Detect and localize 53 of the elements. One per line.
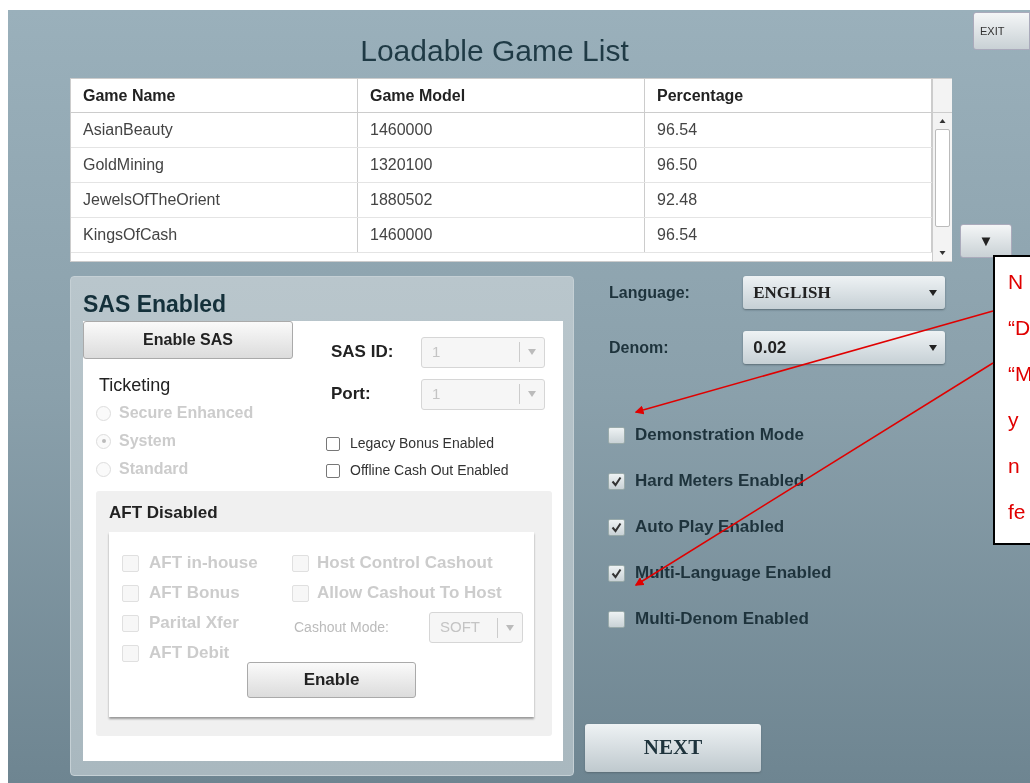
table-cell: 1460000 [358,113,645,147]
dropdown-arrow-icon [528,349,536,355]
dropdown-arrow-icon [929,344,937,351]
field-label: Cashout Mode: [294,618,390,637]
scroll-down-button[interactable]: ▼ [960,224,1012,258]
checkbox-label: Hard Meters Enabled [635,470,805,493]
table-cell: KingsOfCash [71,218,358,252]
checkbox-label: Offline Cash Out Enabled [350,461,509,480]
checkbox[interactable] [326,436,340,451]
exit-button[interactable]: EXIT [973,12,1030,50]
annotation-text: n [1008,453,1021,480]
field-label: Port: [331,383,372,406]
annotation-text: fe [1008,499,1027,526]
checkbox[interactable] [326,463,340,478]
checkbox[interactable] [608,564,625,582]
scrollbar[interactable] [932,79,952,261]
dropdown[interactable]: ENGLISH [743,276,945,309]
table-cell: 1320100 [358,148,645,182]
section-label: Ticketing [99,374,172,397]
panel-title: AFT Disabled [109,502,219,524]
checkbox-label: Multi-Denom Enabled [635,608,809,631]
annotation-text: “M [1008,361,1030,388]
checkmark-icon [611,475,622,487]
table-cell: AsianBeauty [71,113,358,147]
checkbox-label: Demonstration Mode [635,424,805,447]
enable-sas-button[interactable]: Enable SAS [83,321,293,359]
panel-title: SAS Enabled [83,290,228,319]
page-title: Loadable Game List [360,33,629,69]
checkmark-icon [611,567,622,579]
table-cell: GoldMining [71,148,358,182]
annotation-text: “D [1008,315,1030,342]
column-header[interactable]: Game Model [358,79,645,112]
annotation-text: N [1008,269,1025,296]
checkbox-label: Legacy Bonus Enabled [350,434,494,453]
table-cell: 1460000 [358,218,645,252]
dropdown-arrow-icon [506,624,514,631]
field-label: Denom: [609,337,670,358]
table-cell: 1880502 [358,183,645,217]
checkbox[interactable] [608,518,625,536]
dropdown[interactable]: 0.02 [743,331,945,364]
field-label: Language: [609,282,691,303]
dropdown-arrow-icon [528,391,536,397]
checkmark-icon [611,521,622,533]
next-button[interactable]: NEXT [585,724,761,772]
table-cell: JewelsOfTheOrient [71,183,358,217]
scroll-thumb[interactable] [935,129,950,227]
checkbox[interactable] [608,472,625,490]
annotation-text: y [1008,407,1020,434]
dropdown-arrow-icon [929,289,937,296]
column-header[interactable]: Game Name [71,79,358,112]
field-label: SAS ID: [331,341,395,364]
checkbox[interactable] [608,426,625,444]
checkbox[interactable] [608,610,625,628]
